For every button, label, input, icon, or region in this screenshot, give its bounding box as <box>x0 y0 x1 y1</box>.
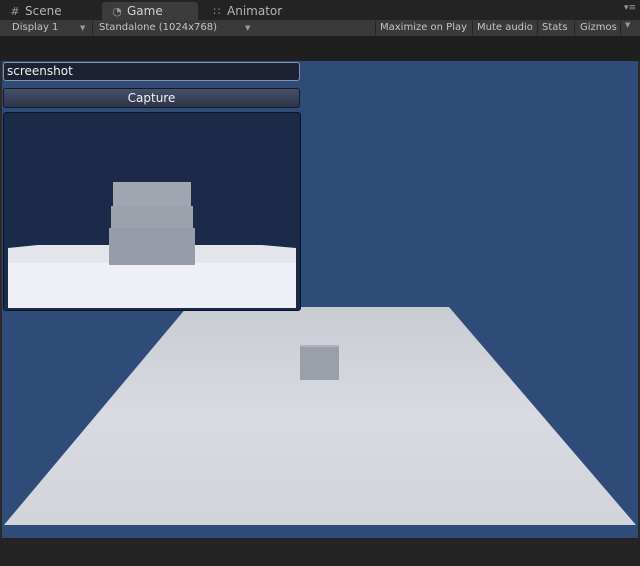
display-dropdown[interactable]: Display 1 ▼ <box>12 20 92 36</box>
maximize-on-play-toggle[interactable]: Maximize on Play <box>380 20 467 36</box>
tab-scene[interactable]: # Scene <box>8 2 62 20</box>
resolution-dropdown[interactable]: Standalone (1024x768) ▼ <box>99 20 255 36</box>
animator-icon: ∷ <box>213 5 221 18</box>
mute-audio-toggle[interactable]: Mute audio <box>477 20 533 36</box>
grid-icon: # <box>10 5 20 18</box>
cube <box>300 345 339 380</box>
gizmos-toggle[interactable]: Gizmos <box>580 20 617 36</box>
chevron-down-icon: ▼ <box>80 24 86 32</box>
tab-animator-label: Animator <box>227 4 283 18</box>
display-dropdown-label: Display 1 <box>12 22 59 33</box>
tab-menu-icon[interactable]: ▾≡ <box>624 3 636 13</box>
game-view-top-margin <box>0 37 640 61</box>
preview-image <box>4 113 300 310</box>
editor-tab-bar: # Scene ◔ Game ∷ Animator ▾≡ <box>0 0 640 20</box>
tab-game-label: Game <box>127 4 163 18</box>
gizmos-chevron-icon[interactable]: ▼ <box>625 21 630 29</box>
capture-preview <box>3 112 301 311</box>
tab-animator[interactable]: ∷ Animator <box>210 2 283 20</box>
resolution-dropdown-label: Standalone (1024x768) <box>99 22 218 33</box>
ground-plane <box>4 307 636 525</box>
chevron-down-icon: ▼ <box>245 24 251 32</box>
game-view-bottom-margin <box>0 538 640 566</box>
capture-button[interactable]: Capture <box>3 88 300 108</box>
game-toolbar: Display 1 ▼ Standalone (1024x768) ▼ Maxi… <box>0 20 640 37</box>
game-view[interactable]: screenshot Capture <box>2 61 638 538</box>
stats-toggle[interactable]: Stats <box>542 20 568 36</box>
filename-field[interactable]: screenshot <box>3 62 300 81</box>
pacman-icon: ◔ <box>112 5 122 18</box>
tab-game[interactable]: ◔ Game <box>102 2 198 20</box>
tab-scene-label: Scene <box>25 4 62 18</box>
